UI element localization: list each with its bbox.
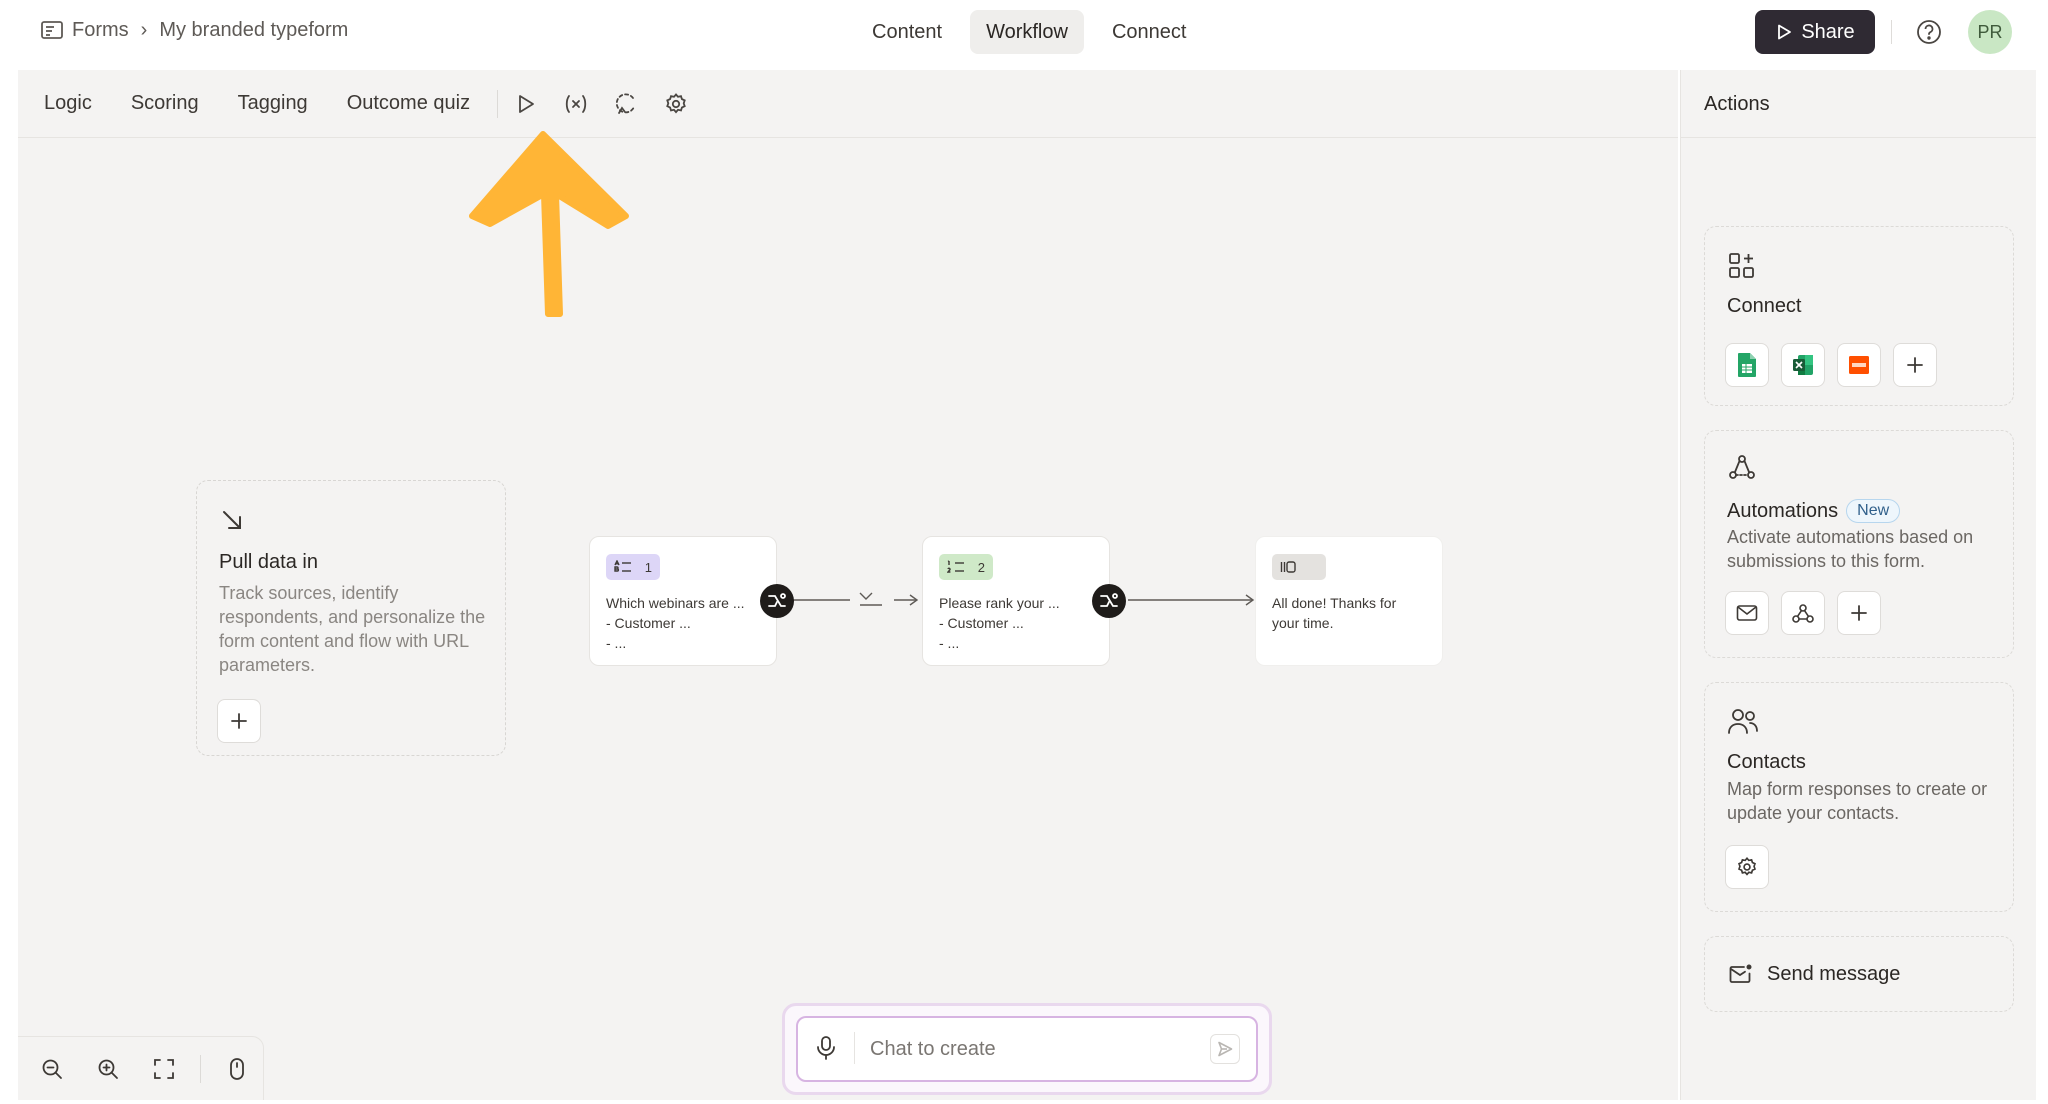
question-number: 1 [644,559,652,575]
connect-card: Connect [1704,226,2014,406]
tab-tagging[interactable]: Tagging [238,92,308,115]
ending-text: All done! Thanks for your time. [1272,595,1397,631]
ranking-icon [947,560,965,574]
share-button[interactable]: Share [1755,10,1875,54]
flow-node-question-1[interactable]: 1 Which webinars are ... - Customer ... … [589,536,777,666]
zoom-controls [18,1036,264,1100]
flow-node-ending[interactable]: All done! Thanks for your time. [1255,536,1443,666]
webhook-icon [1791,602,1815,624]
automations-description: Activate automations based on submission… [1727,527,1974,571]
excel-icon[interactable] [1781,343,1825,387]
email-automation-button[interactable] [1725,591,1769,635]
automation-icon [1727,453,1757,483]
avatar[interactable]: PR [1968,10,2012,54]
chat-input[interactable] [870,1032,1200,1066]
contacts-card: Contacts Map form responses to create or… [1704,682,2014,912]
send-icon [1216,1040,1234,1058]
branch-logic-button[interactable] [760,584,794,618]
question-text: Please rank your ... - Customer ... - ..… [939,595,1060,651]
mail-send-icon [1729,963,1753,985]
google-sheets-icon[interactable] [1725,343,1769,387]
forms-icon [40,18,64,42]
tab-connect[interactable]: Connect [1096,10,1203,54]
contacts-title: Contacts [1727,751,1806,773]
webhook-automation-button[interactable] [1781,591,1825,635]
tab-logic[interactable]: Logic [44,92,92,115]
mouse-icon[interactable] [223,1055,251,1083]
divider [1891,20,1892,44]
top-tabs: Content Workflow Connect [856,10,1202,54]
tab-content[interactable]: Content [856,10,958,54]
logic-toolbar: Logic Scoring Tagging Outcome quiz [18,70,1678,138]
variables-icon[interactable] [562,90,590,118]
annotation-arrow [469,131,629,317]
send-message-button[interactable]: Send message [1704,936,2014,1012]
multiple-choice-icon [614,560,632,574]
contacts-settings-button[interactable] [1725,845,1769,889]
settings-icon [1736,856,1758,878]
question-text: Which webinars are ... - Customer ... - … [606,595,745,651]
new-badge: New [1846,499,1901,523]
connect-title: Connect [1727,295,1802,317]
automations-header: Automations New [1727,499,1901,523]
actions-title: Actions [1704,93,1770,115]
add-automation-button[interactable] [1837,591,1881,635]
chevron-right-icon: › [140,18,148,41]
question-type-badge: 1 [606,554,660,580]
divider [200,1054,201,1083]
divider [854,1032,855,1064]
loop-icon[interactable] [612,90,640,118]
fit-screen-icon[interactable] [150,1055,178,1083]
tab-outcome-quiz[interactable]: Outcome quiz [347,92,470,115]
mail-icon [1736,604,1758,622]
automations-title: Automations [1727,500,1839,522]
zoom-in-icon[interactable] [94,1055,122,1083]
tab-workflow[interactable]: Workflow [970,10,1084,54]
breadcrumb: Forms › My branded typeform [40,18,348,42]
top-bar: Forms › My branded typeform Content Work… [0,0,2048,64]
divider [497,89,499,118]
breadcrumb-forms-link[interactable]: Forms [72,19,129,42]
add-parameter-button[interactable] [217,699,261,743]
add-integration-button[interactable] [1893,343,1937,387]
zoom-out-icon[interactable] [38,1055,66,1083]
contacts-icon [1727,707,1759,735]
arrow-down-right-icon [221,509,243,531]
pull-data-title: Pull data in [219,551,318,573]
automations-card: Automations New Activate automations base… [1704,430,2014,658]
contacts-description: Map form responses to create or update y… [1727,779,1988,823]
ending-screen-icon [1280,560,1298,574]
share-label: Share [1801,20,1855,43]
pull-data-description: Track sources, identify respondents, and… [219,583,486,675]
zapier-icon[interactable] [1837,343,1881,387]
send-button[interactable] [1210,1034,1240,1064]
question-number: 2 [977,559,985,575]
breadcrumb-form-name[interactable]: My branded typeform [159,19,348,42]
question-type-badge: 2 [939,554,993,580]
apps-icon [1727,251,1757,281]
pull-data-card: Pull data in Track sources, identify res… [196,480,506,756]
settings-icon[interactable] [662,90,690,118]
send-message-label: Send message [1767,962,1901,985]
ending-badge [1272,554,1326,580]
tab-scoring[interactable]: Scoring [131,92,199,115]
help-icon[interactable] [1915,18,1943,46]
branch-logic-button[interactable] [1092,584,1126,618]
play-icon [1775,23,1793,41]
microphone-icon[interactable] [814,1034,838,1062]
play-icon[interactable] [512,90,540,118]
flow-node-question-2[interactable]: 2 Please rank your ... - Customer ... - … [922,536,1110,666]
